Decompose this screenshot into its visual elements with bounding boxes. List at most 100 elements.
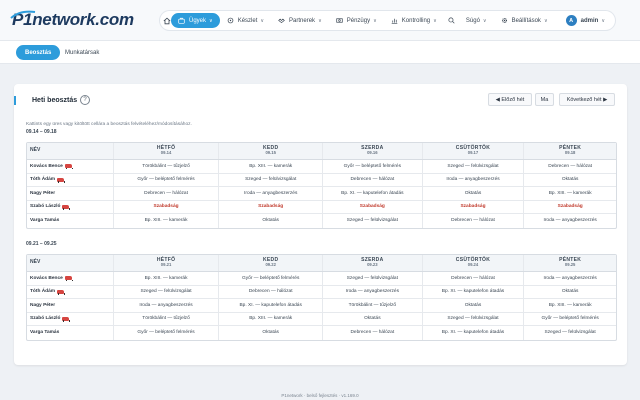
employee-name: Nagy Péter — [30, 302, 56, 308]
employee-name: Szabó László — [30, 204, 61, 210]
schedule-cell[interactable]: Szeged — felülvizsgálat — [421, 160, 524, 173]
employee-name: Kovács Bence — [30, 275, 63, 281]
today-button[interactable]: Ma — [535, 93, 554, 106]
employee-name-cell: Kovács Bence — [27, 272, 113, 285]
schedule-cell[interactable]: Bp. XIII. — kamerák — [112, 272, 219, 285]
chevron-down-icon: ∨ — [433, 17, 437, 24]
table-header: NÉV HÉTFŐ 09.14 KEDD 09.15 SZERDA 09.16 CSÜTÖRT… — [27, 143, 616, 160]
schedule-cell[interactable]: Iroda — anyagbeszerzés — [421, 173, 524, 186]
schedule-cell[interactable]: Bp. XIII. — kamerák — [218, 312, 322, 325]
table-row: Nagy Péter Debrecen — hálózat Iroda — anya… — [27, 187, 616, 201]
nav-item-stock[interactable]: Készlet ∨ — [220, 13, 271, 28]
search-icon — [448, 17, 455, 24]
schedule-cell[interactable]: Bp. XI. — kaputelefon átadás — [218, 299, 322, 312]
schedule-cell[interactable]: Iroda — anyagbeszerzés — [112, 299, 219, 312]
schedule-cell[interactable]: Debrecen — hálózat — [112, 187, 219, 200]
chevron-down-icon: ∨ — [601, 17, 605, 24]
employee-name: Tóth Ádám — [30, 289, 56, 295]
nav-item-help[interactable]: Súgó ∨ — [459, 13, 494, 28]
nav-label: Súgó — [465, 17, 480, 24]
schedule-cell[interactable]: Szabadság — [322, 200, 422, 213]
nav-item-cases[interactable]: Ügyek ∨ — [171, 13, 220, 28]
schedule-cell[interactable]: Győr — beléptető felmérés — [218, 272, 322, 285]
day-column-header: KEDD 09.15 — [218, 143, 322, 159]
day-date: 09.25 — [564, 262, 576, 268]
schedule-table: NÉV HÉTFŐ 09.21 KEDD 09.22 SZERDA 09.23 CSÜTÖRT… — [26, 254, 617, 341]
home-button[interactable] — [163, 13, 171, 28]
user-menu[interactable]: A admin ∨ — [559, 13, 612, 28]
logo[interactable]: P1network.com — [10, 9, 134, 31]
day-date: 09.15 — [265, 150, 276, 156]
user-name: admin — [580, 17, 599, 24]
schedule-cell[interactable]: Oktatás — [523, 173, 616, 186]
weekly-schedule-card: Heti beosztás ? ◀ Előző hét Ma Következő… — [14, 84, 627, 365]
nav-item-finance[interactable]: Pénzügy ∨ — [329, 13, 384, 28]
schedule-cell[interactable]: Törökbálint — tűzjelző — [112, 160, 219, 173]
schedule-cell[interactable]: Győr — beléptető felmérés — [322, 160, 422, 173]
nav-label: Ügyek — [189, 17, 207, 24]
day-column-header: PÉNTEK 09.18 — [523, 143, 616, 159]
day-date: 09.21 — [160, 262, 172, 268]
nav-item-controlling[interactable]: Kontrolling ∨ — [384, 13, 444, 28]
schedule-cell[interactable]: Bp. XI. — kaputelefon átadás — [421, 326, 524, 340]
schedule-cell[interactable]: Bp. XI. — kaputelefon átadás — [421, 285, 524, 298]
schedule-cell[interactable]: Iroda — anyagbeszerzés — [322, 285, 422, 298]
schedule-cell[interactable]: Debrecen — hálózat — [421, 272, 524, 285]
schedule-cell[interactable]: Szabadság — [112, 200, 219, 213]
schedule-cell[interactable]: Szabadság — [523, 200, 616, 213]
schedule-cell[interactable]: Szabadság — [421, 200, 524, 213]
help-icon[interactable]: ? — [80, 95, 90, 105]
schedule-cell[interactable]: Szeged — felülvizsgálat — [218, 173, 322, 186]
chevron-down-icon: ∨ — [482, 17, 487, 24]
table-row: Szabó László Törökbálint — tűzjelző Bp. XI… — [27, 312, 616, 326]
schedule-cell[interactable]: Oktatás — [421, 299, 524, 312]
logo-swoosh-icon — [10, 10, 36, 19]
schedule-cell[interactable]: Szeged — felülvizsgálat — [523, 326, 616, 340]
schedule-cell[interactable]: Debrecen — hálózat — [322, 173, 422, 186]
tab-staff[interactable]: Munkatársak — [56, 45, 108, 60]
schedule-cell[interactable]: Győr — beléptető felmérés — [112, 326, 219, 340]
search-button[interactable] — [448, 13, 455, 28]
nav-label: Kontrolling — [401, 17, 431, 24]
employee-name-cell: Szabó László — [27, 201, 113, 214]
schedule-cell[interactable]: Győr — beléptető felmérés — [523, 312, 616, 325]
nav-item-partners[interactable]: Partnerek ∨ — [271, 13, 329, 28]
schedule-cell[interactable]: Oktatás — [421, 187, 524, 200]
schedule-cell[interactable]: Oktatás — [218, 214, 322, 228]
prev-week-button[interactable]: ◀ Előző hét — [488, 93, 532, 106]
schedule-cell[interactable]: Törökbálint — tűzjelző — [112, 312, 219, 325]
schedule-cell[interactable]: Iroda — anyagbeszerzés — [523, 272, 616, 285]
schedule-cell[interactable]: Bp. XIII. — kamerák — [218, 160, 322, 173]
day-column-header: CSÜTÖRTÖK 09.17 — [421, 143, 524, 159]
schedule-cell[interactable]: Bp. XIII. — kamerák — [523, 187, 616, 200]
schedule-cell[interactable]: Oktatás — [523, 285, 616, 298]
employee-name-cell: Varga Tamás — [27, 214, 113, 228]
schedule-cell[interactable]: Szeged — felülvizsgálat — [421, 312, 524, 325]
next-week-button[interactable]: Következő hét ▶ — [559, 93, 615, 106]
schedule-cell[interactable]: Iroda — anyagbeszerzés — [523, 214, 616, 228]
schedule-cell[interactable]: Debrecen — hálózat — [523, 160, 616, 173]
schedule-cell[interactable]: Oktatás — [322, 312, 422, 325]
schedule-cell[interactable]: Debrecen — hálózat — [421, 214, 524, 228]
schedule-cell[interactable]: Szeged — felülvizsgálat — [322, 272, 422, 285]
employee-name-cell: Tóth Ádám — [27, 174, 113, 187]
schedule-cell[interactable]: Szeged — felülvizsgálat — [322, 214, 422, 228]
schedule-cell[interactable]: Debrecen — hálózat — [322, 326, 422, 340]
schedule-cell[interactable]: Szabadság — [218, 200, 322, 213]
schedule-cell[interactable]: Bp. XI. — kaputelefon átadás — [322, 187, 422, 200]
nav-label: Partnerek — [289, 17, 316, 24]
tab-schedule[interactable]: Beosztás — [16, 45, 61, 60]
schedule-cell[interactable]: Oktatás — [218, 326, 322, 340]
schedule-cell[interactable]: Debrecen — hálózat — [218, 285, 322, 298]
home-icon — [163, 17, 171, 24]
schedule-cell[interactable]: Bp. XIII. — kamerák — [523, 299, 616, 312]
chevron-down-icon: ∨ — [373, 17, 377, 24]
schedule-cell[interactable]: Bp. XIII. — kamerák — [112, 214, 219, 228]
nav-item-settings[interactable]: Beállítások ∨ — [494, 13, 555, 28]
schedule-cell[interactable]: Győr — beléptető felmérés — [112, 173, 219, 186]
schedule-table: NÉV HÉTFŐ 09.14 KEDD 09.15 SZERDA 09.16 CSÜTÖRT… — [26, 142, 617, 229]
schedule-cell[interactable]: Szeged — felülvizsgálat — [112, 285, 219, 298]
schedule-cell[interactable]: Iroda — anyagbeszerzés — [218, 187, 322, 200]
schedule-cell[interactable]: Törökbálint — tűzjelző — [322, 299, 422, 312]
day-column-header: HÉTFŐ 09.14 — [112, 143, 219, 159]
